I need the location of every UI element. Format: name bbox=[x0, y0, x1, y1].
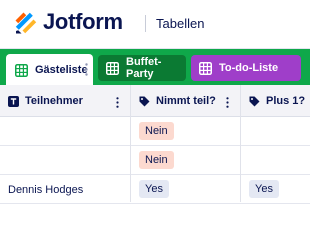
column-header-nimmt-teil[interactable]: Nimmt teil? bbox=[139, 85, 216, 117]
column-label: Plus 1? bbox=[266, 95, 306, 107]
column-divider bbox=[130, 85, 131, 202]
tag-icon bbox=[139, 96, 150, 106]
tab-label: To-do-Liste bbox=[219, 62, 279, 74]
app-header: Jotform Tabellen bbox=[0, 0, 310, 48]
tag-icon bbox=[249, 96, 260, 106]
column-label: Teilnehmer bbox=[25, 95, 83, 107]
column-header-teilnehmer[interactable]: Teilnehmer bbox=[8, 85, 83, 117]
column-header-plus-1[interactable]: Plus 1? bbox=[249, 85, 305, 117]
text-type-icon bbox=[8, 95, 19, 107]
cell-teilnehmer[interactable]: Dennis Hodges bbox=[8, 183, 83, 197]
tab-label: Gästeliste bbox=[35, 64, 88, 76]
brand-name: Jotform bbox=[43, 9, 123, 34]
table-row[interactable]: Nein bbox=[0, 146, 310, 175]
table-header-row: Teilnehmer Nimmt teil? Plus 1? bbox=[0, 85, 310, 117]
column-label: Nimmt teil? bbox=[156, 95, 216, 107]
column-divider bbox=[240, 85, 241, 202]
sheet-tab-bar: Gästeliste Buffet-Party To-do-Liste bbox=[0, 48, 310, 86]
table-grid-icon bbox=[15, 63, 28, 77]
tab-buffet-party[interactable]: Buffet-Party bbox=[98, 55, 186, 81]
status-badge-yes[interactable]: Yes bbox=[139, 180, 169, 198]
table-grid-icon bbox=[199, 61, 212, 75]
tab-gaesteliste[interactable]: Gästeliste bbox=[6, 54, 93, 86]
column-menu-icon[interactable] bbox=[226, 97, 229, 108]
table-row[interactable]: Nein bbox=[0, 117, 310, 146]
status-badge-nein[interactable]: Nein bbox=[139, 122, 174, 140]
status-badge-nein[interactable]: Nein bbox=[139, 151, 174, 169]
tab-label: Buffet-Party bbox=[126, 56, 162, 80]
table-row[interactable]: Dennis Hodges Yes Yes bbox=[0, 175, 310, 204]
section-title: Tabellen bbox=[156, 16, 205, 31]
jotform-logo-icon[interactable] bbox=[14, 11, 38, 35]
header-divider bbox=[145, 15, 146, 32]
column-menu-icon[interactable] bbox=[116, 97, 119, 108]
table-grid-icon bbox=[106, 61, 119, 75]
tab-to-do-liste[interactable]: To-do-Liste bbox=[191, 55, 301, 81]
tab-more-icon[interactable] bbox=[85, 63, 88, 76]
status-badge-yes[interactable]: Yes bbox=[249, 180, 279, 198]
